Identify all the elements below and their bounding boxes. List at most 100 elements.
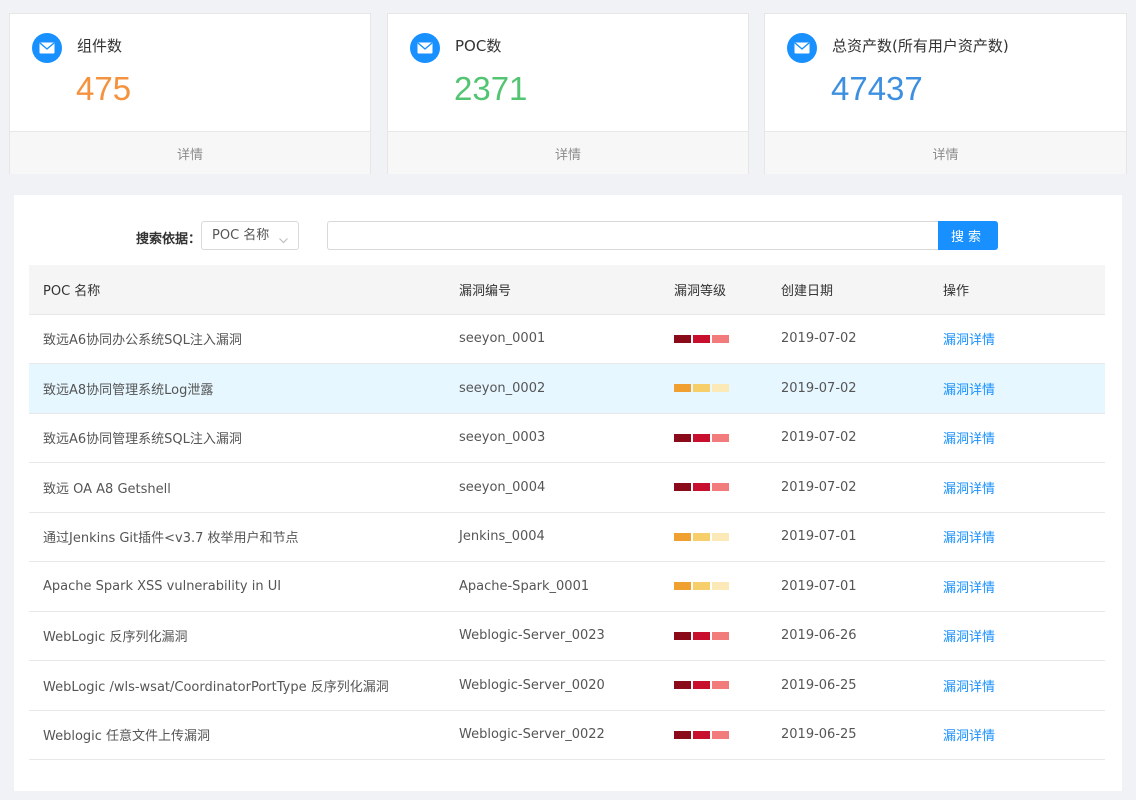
severity-bar — [712, 334, 729, 343]
vuln-details-link[interactable]: 漏洞详情 — [943, 729, 995, 744]
vuln-details-link[interactable]: 漏洞详情 — [943, 531, 995, 546]
severity-indicator — [674, 483, 729, 492]
search-button[interactable]: 搜索 — [938, 221, 998, 250]
date-cell: 2019-07-02 — [781, 462, 943, 513]
vuln-id-cell: seeyon_0003 — [459, 413, 674, 463]
details-button[interactable]: 详情 — [10, 131, 370, 174]
severity-bar — [693, 631, 710, 640]
search-input[interactable] — [327, 221, 938, 250]
poc-name-cell: 致远 OA A8 Getshell — [29, 462, 459, 513]
table-header-row: POC 名称 漏洞编号 漏洞等级 创建日期 操作 — [29, 265, 1105, 315]
severity-bar — [674, 433, 691, 442]
severity-cell — [674, 462, 781, 513]
stat-card-components: 组件数 475 详情 — [9, 13, 371, 174]
date-cell: 2019-06-26 — [781, 611, 943, 661]
severity-bar — [693, 384, 710, 393]
severity-cell — [674, 611, 781, 661]
table-row: 通过Jenkins Git插件<v3.7 枚举用户和节点 Jenkins_0004… — [29, 512, 1105, 562]
severity-cell — [674, 660, 781, 711]
severity-cell — [674, 512, 781, 562]
severity-indicator — [674, 532, 729, 541]
date-cell: 2019-07-01 — [781, 561, 943, 612]
vuln-id-cell: Jenkins_0004 — [459, 512, 674, 562]
envelope-icon — [410, 33, 440, 63]
table-row: Weblogic 任意文件上传漏洞 Weblogic-Server_0022 201… — [29, 710, 1105, 760]
chevron-down-icon — [278, 229, 289, 256]
severity-bar — [674, 483, 691, 492]
poc-name-cell: 致远A6协同管理系统SQL注入漏洞 — [29, 413, 459, 463]
severity-bar — [693, 483, 710, 492]
poc-name-cell: 致远A6协同办公系统SQL注入漏洞 — [29, 314, 459, 364]
severity-bar — [674, 532, 691, 541]
date-cell: 2019-07-02 — [781, 314, 943, 364]
severity-indicator — [674, 433, 729, 442]
poc-name-cell: WebLogic 反序列化漏洞 — [29, 611, 459, 661]
severity-bar — [712, 730, 729, 739]
severity-bar — [674, 681, 691, 690]
table-row: WebLogic 反序列化漏洞 Weblogic-Server_0023 2019-… — [29, 611, 1105, 661]
action-cell: 漏洞详情 — [943, 660, 1105, 711]
vuln-id-cell: seeyon_0001 — [459, 314, 674, 364]
severity-bar — [693, 532, 710, 541]
table-row: Apache Spark XSS vulnerability in UI Apac… — [29, 561, 1105, 612]
severity-indicator — [674, 334, 729, 343]
vuln-details-link[interactable]: 漏洞详情 — [943, 432, 995, 447]
severity-bar — [674, 730, 691, 739]
severity-indicator — [674, 681, 729, 690]
vuln-details-link[interactable]: 漏洞详情 — [943, 680, 995, 695]
column-header-action: 操作 — [943, 265, 1105, 315]
card-value: 2371 — [454, 70, 528, 107]
vuln-details-link[interactable]: 漏洞详情 — [943, 333, 995, 348]
vuln-details-link[interactable]: 漏洞详情 — [943, 482, 995, 497]
severity-bar — [712, 631, 729, 640]
card-title: POC数 — [455, 37, 502, 55]
severity-bar — [693, 681, 710, 690]
action-cell: 漏洞详情 — [943, 710, 1105, 760]
envelope-icon — [787, 33, 817, 63]
action-cell: 漏洞详情 — [943, 561, 1105, 612]
date-cell: 2019-07-02 — [781, 413, 943, 463]
select-value: POC 名称 — [212, 228, 270, 243]
severity-bar — [674, 334, 691, 343]
search-label: 搜索依据： — [136, 232, 202, 247]
action-cell: 漏洞详情 — [943, 512, 1105, 562]
card-value: 475 — [76, 70, 132, 107]
poc-name-cell: WebLogic /wls-wsat/CoordinatorPortType 反… — [29, 660, 459, 711]
vuln-details-link[interactable]: 漏洞详情 — [943, 581, 995, 596]
severity-indicator — [674, 384, 729, 393]
column-header-id: 漏洞编号 — [459, 265, 674, 315]
vuln-id-cell: Weblogic-Server_0022 — [459, 710, 674, 760]
details-button[interactable]: 详情 — [388, 131, 748, 174]
vuln-id-cell: Apache-Spark_0001 — [459, 561, 674, 612]
search-field-select[interactable]: POC 名称 — [201, 221, 299, 250]
severity-bar — [712, 582, 729, 591]
severity-bar — [712, 433, 729, 442]
column-header-level: 漏洞等级 — [674, 265, 781, 315]
action-cell: 漏洞详情 — [943, 314, 1105, 364]
poc-table: POC 名称 漏洞编号 漏洞等级 创建日期 操作 致远A6协同办公系统SQL注入… — [29, 265, 1105, 760]
column-header-name: POC 名称 — [29, 265, 459, 315]
table-row: 致远A8协同管理系统Log泄露 seeyon_0002 2019-07-02 漏洞详情 — [29, 363, 1105, 414]
severity-indicator — [674, 582, 729, 591]
table-row: 致远A6协同办公系统SQL注入漏洞 seeyon_0001 2019-07-02 漏洞… — [29, 314, 1105, 364]
severity-bar — [693, 730, 710, 739]
details-button[interactable]: 详情 — [765, 131, 1126, 174]
stat-card-assets: 总资产数(所有用户资产数) 47437 详情 — [764, 13, 1127, 174]
severity-cell — [674, 413, 781, 463]
severity-bar — [693, 433, 710, 442]
card-value: 47437 — [831, 70, 923, 107]
action-cell: 漏洞详情 — [943, 363, 1105, 414]
severity-bar — [693, 582, 710, 591]
severity-bar — [674, 582, 691, 591]
severity-indicator — [674, 730, 729, 739]
poc-list-panel: 搜索依据： POC 名称 搜索 POC 名称 漏洞编号 漏洞等级 创建日期 操作… — [14, 195, 1122, 791]
action-cell: 漏洞详情 — [943, 611, 1105, 661]
vuln-details-link[interactable]: 漏洞详情 — [943, 630, 995, 645]
vuln-id-cell: Weblogic-Server_0020 — [459, 660, 674, 711]
vuln-details-link[interactable]: 漏洞详情 — [943, 383, 995, 398]
card-title: 总资产数(所有用户资产数) — [832, 37, 1009, 55]
table-row: WebLogic /wls-wsat/CoordinatorPortType 反… — [29, 660, 1105, 711]
severity-bar — [693, 334, 710, 343]
vuln-id-cell: seeyon_0004 — [459, 462, 674, 513]
action-cell: 漏洞详情 — [943, 462, 1105, 513]
